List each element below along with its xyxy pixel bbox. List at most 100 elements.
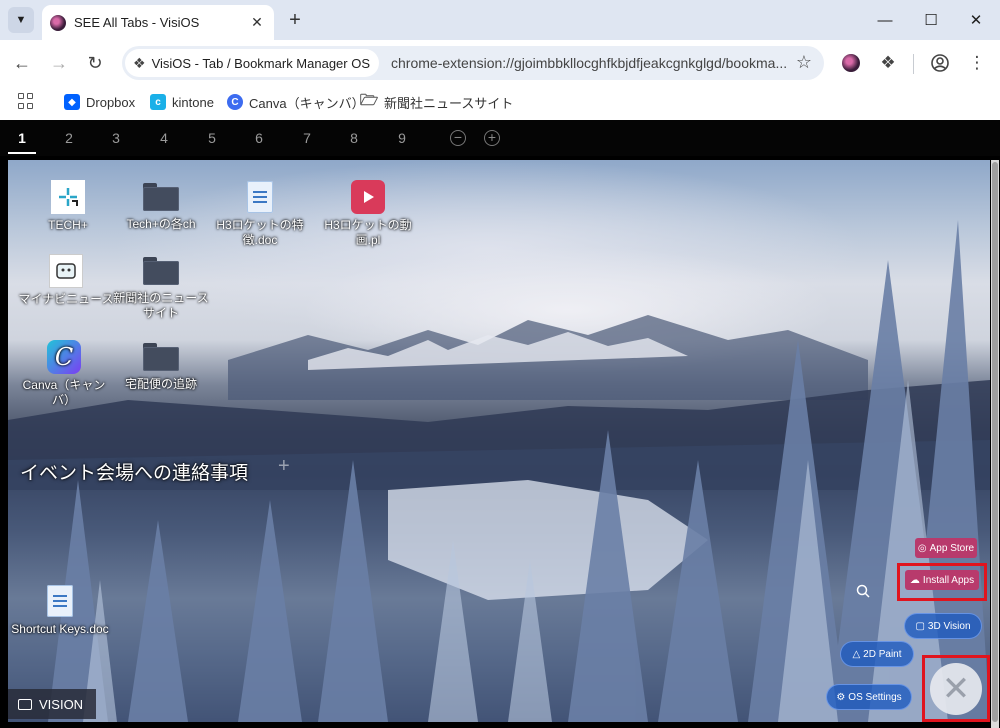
maximize-icon: ☐: [924, 12, 938, 29]
close-icon: ✕: [941, 670, 971, 708]
workspace-tab-1[interactable]: 1: [10, 130, 34, 146]
visios-extension-icon[interactable]: [842, 54, 860, 72]
2d-paint-button[interactable]: △ 2D Paint: [840, 641, 914, 667]
bookmark-label: 新聞社ニュースサイト: [384, 95, 514, 111]
os-settings-button[interactable]: ⚙ OS Settings: [826, 684, 912, 710]
section-title[interactable]: イベント会場への連絡事項: [20, 458, 248, 485]
desktop-icon-h3-doc[interactable]: H3ロケットの特徴.doc: [210, 180, 310, 248]
back-button[interactable]: ←: [8, 49, 36, 77]
forward-button[interactable]: →: [45, 49, 73, 77]
install-apps-label: Install Apps: [922, 574, 975, 586]
vision-taskbar-button[interactable]: VISION: [8, 689, 96, 719]
bookmark-star-icon[interactable]: ☆: [796, 52, 812, 73]
canva-app-icon: C: [47, 340, 81, 374]
apps-grid-icon[interactable]: [18, 93, 34, 109]
visios-favicon-icon: [50, 14, 66, 31]
cloud-download-icon: ☁: [909, 574, 920, 586]
active-workspace-indicator: [8, 152, 36, 154]
desktop-icon-label: 宅配便の追跡: [124, 377, 197, 391]
search-icon[interactable]: [856, 584, 876, 604]
new-tab-button[interactable]: +: [283, 8, 307, 32]
close-menu-button[interactable]: ✕: [930, 663, 982, 715]
plus-icon: +: [289, 8, 301, 31]
dropbox-icon: ◆: [64, 94, 80, 110]
bookmark-canva[interactable]: C Canva（キャンバ）: [227, 92, 365, 112]
window-icon: ▢: [915, 620, 925, 632]
kebab-menu-icon[interactable]: ⋮: [965, 51, 989, 75]
url-text[interactable]: chrome-extension://gjoimbbkllocghfkbjdfj…: [391, 55, 799, 71]
desktop-icon-shortcut-keys[interactable]: Shortcut Keys.doc: [10, 584, 110, 637]
workspace-tab-6[interactable]: 6: [247, 130, 271, 146]
tab-close-icon[interactable]: ✕: [246, 12, 268, 34]
document-icon: [43, 584, 77, 618]
techplus-app-icon: [51, 180, 85, 214]
desktop-icon-label: 新聞社のニュースサイト: [113, 291, 209, 320]
address-bar[interactable]: ❖ VisiOS - Tab / Bookmark Manager OS chr…: [122, 46, 824, 80]
window-icon: [18, 698, 32, 710]
workspace-tab-9[interactable]: 9: [390, 130, 414, 146]
workspace-tab-3[interactable]: 3: [104, 130, 128, 146]
workspace-tab-4[interactable]: 4: [152, 130, 176, 146]
site-info-chip[interactable]: ❖ VisiOS - Tab / Bookmark Manager OS: [125, 49, 380, 77]
3d-vision-button[interactable]: ▢ 3D Vision: [904, 613, 982, 639]
bookmark-kintone[interactable]: c kintone: [150, 92, 214, 112]
add-workspace-icon[interactable]: +: [484, 130, 500, 146]
desktop-icon-canva[interactable]: C Canva（キャンバ）: [14, 340, 114, 408]
profile-avatar-icon[interactable]: [928, 51, 952, 75]
arrow-right-icon: →: [50, 52, 68, 73]
minimize-button[interactable]: —: [862, 4, 908, 36]
desktop-icon-news-sites[interactable]: 新聞社のニュースサイト: [111, 254, 211, 321]
browser-tab-active[interactable]: SEE All Tabs - VisiOS ✕: [42, 5, 274, 40]
desktop-icon-label: TECH+: [48, 218, 88, 232]
folder-icon: [143, 183, 179, 211]
bookmark-folder-news[interactable]: 🗁 新聞社ニュースサイト: [359, 91, 514, 112]
desktop-icon-delivery-tracking[interactable]: 宅配便の追跡: [111, 340, 211, 392]
desktop-icon-mynavi-news[interactable]: マイナビニュース: [16, 254, 116, 307]
reload-button[interactable]: ↻: [81, 49, 109, 77]
close-icon: ✕: [969, 12, 983, 29]
browser-toolbar: ← → ↻ ❖ VisiOS - Tab / Bookmark Manager …: [0, 40, 1000, 86]
tab-title: SEE All Tabs - VisiOS: [74, 15, 200, 30]
desktop-icon-h3-playlist[interactable]: H3ロケットの動画.pl: [318, 180, 418, 248]
minimize-icon: —: [877, 11, 893, 29]
folder-icon: [143, 257, 179, 285]
desktop-icon-label: H3ロケットの特徴.doc: [216, 218, 304, 247]
app-store-button[interactable]: ◎ App Store: [915, 538, 977, 558]
workspace-tab-7[interactable]: 7: [295, 130, 319, 146]
remove-workspace-icon[interactable]: −: [450, 130, 466, 146]
workspace-tab-8[interactable]: 8: [342, 130, 366, 146]
desktop-icon-label: Canva（キャンバ）: [22, 378, 106, 407]
browser-titlebar: ▼ SEE All Tabs - VisiOS ✕ + — ☐ ✕: [0, 0, 1000, 40]
close-window-button[interactable]: ✕: [953, 4, 999, 36]
desktop-icon-techplus[interactable]: TECH+: [18, 180, 118, 233]
maximize-button[interactable]: ☐: [908, 4, 954, 36]
add-item-icon[interactable]: +: [278, 455, 290, 478]
install-apps-button[interactable]: ☁ Install Apps: [905, 570, 979, 590]
folder-icon: 🗁: [359, 91, 379, 109]
globe-icon: ◎: [917, 542, 927, 554]
desktop-wallpaper: TECH+ Tech+の各ch H3ロケットの特徴.doc H3ロケットの動画.…: [8, 160, 990, 722]
workspace-bar: 1 2 3 4 5 6 7 8 9 − +: [0, 120, 1000, 156]
desktop-icon-label: H3ロケットの動画.pl: [324, 218, 412, 247]
workspace-tab-2[interactable]: 2: [57, 130, 81, 146]
bookmark-label: Canva（キャンバ）: [249, 95, 365, 111]
wallpaper-forest-image: [8, 220, 990, 722]
paint-icon: △: [852, 648, 861, 660]
2d-paint-label: 2D Paint: [863, 648, 902, 660]
bookmarks-bar: ◆ Dropbox c kintone C Canva（キャンバ） 🗁 新聞社ニ…: [0, 86, 1000, 120]
toolbar-divider: [913, 54, 914, 74]
app-store-label: App Store: [929, 542, 975, 554]
extensions-puzzle-icon[interactable]: ❖: [876, 51, 900, 75]
bookmark-dropbox[interactable]: ◆ Dropbox: [64, 92, 135, 112]
desktop-icon-label: Tech+の各ch: [126, 217, 196, 231]
reload-icon: ↻: [87, 52, 103, 73]
video-playlist-icon: [351, 180, 385, 214]
tab-search-button[interactable]: ▼: [8, 7, 34, 33]
scrollbar-thumb[interactable]: [992, 162, 998, 722]
visios-app: 1 2 3 4 5 6 7 8 9 − + TECH+ Tech+の各ch H3…: [0, 120, 1000, 728]
workspace-tab-5[interactable]: 5: [200, 130, 224, 146]
desktop-icon-techplus-channels[interactable]: Tech+の各ch: [111, 180, 211, 232]
os-settings-label: OS Settings: [848, 691, 902, 703]
kintone-icon: c: [150, 94, 166, 110]
desktop-icon-label: マイナビニュース: [18, 292, 114, 306]
